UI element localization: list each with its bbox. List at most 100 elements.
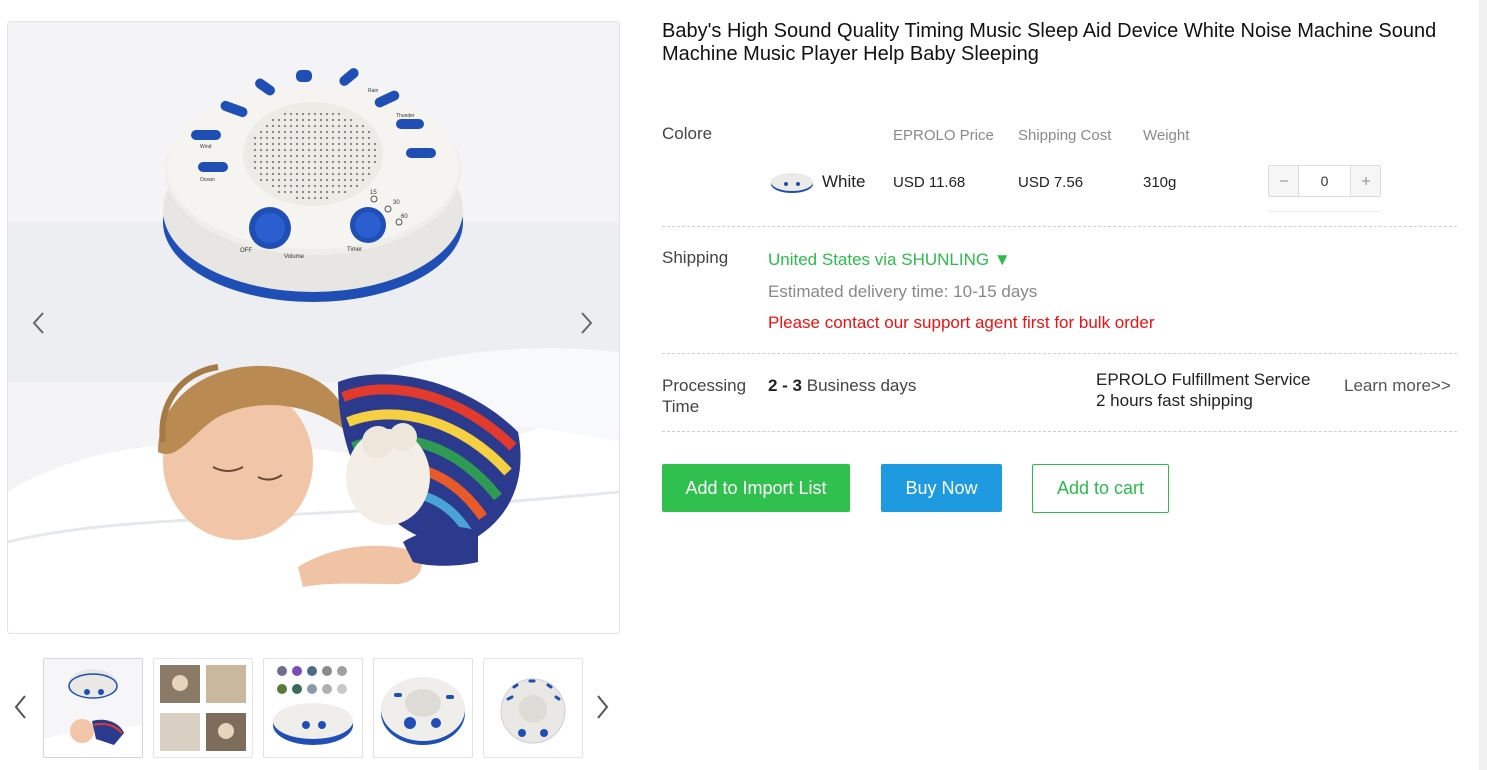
speaker-hole: [343, 154, 347, 158]
speaker-hole: [283, 184, 287, 188]
shipping-method-selector[interactable]: United States via SHUNLING ▼: [768, 250, 1011, 270]
speaker-hole: [289, 124, 293, 128]
speaker-hole: [331, 118, 335, 122]
speaker-hole: [349, 154, 353, 158]
speaker-hole: [283, 148, 287, 152]
speaker-hole: [301, 166, 305, 170]
variant-shipping-cost: USD 7.56: [1018, 174, 1084, 191]
speaker-hole: [253, 154, 257, 158]
timer-60-label: 60: [401, 214, 408, 220]
speaker-hole: [295, 112, 299, 116]
add-to-cart-button[interactable]: Add to cart: [1032, 464, 1169, 513]
speaker-hole: [277, 190, 281, 194]
speaker-hole: [343, 160, 347, 164]
speaker-hole: [307, 196, 311, 200]
speaker-hole: [331, 178, 335, 182]
speaker-hole: [319, 136, 323, 140]
dropdown-triangle-icon: ▼: [993, 250, 1011, 269]
speaker-hole: [271, 172, 275, 176]
increment-button[interactable]: [1350, 166, 1380, 196]
speaker-hole: [349, 172, 353, 176]
speaker-hole: [313, 130, 317, 134]
learn-more-link[interactable]: Learn more>>: [1344, 376, 1451, 396]
buy-now-button[interactable]: Buy Now: [881, 464, 1002, 512]
thumbs-prev-arrow[interactable]: [5, 687, 35, 727]
speaker-hole: [313, 112, 317, 116]
speaker-hole: [307, 172, 311, 176]
speaker-hole: [337, 124, 341, 128]
speaker-hole: [343, 136, 347, 140]
speaker-hole: [295, 166, 299, 170]
thumbnail-image: [44, 659, 142, 757]
speaker-hole: [271, 118, 275, 122]
sound-label-thunder: Thunder: [396, 113, 415, 119]
speaker-hole: [301, 142, 305, 146]
speaker-hole: [307, 154, 311, 158]
speaker-hole: [343, 184, 347, 188]
speaker-hole: [337, 166, 341, 170]
fulfillment-service: EPROLO Fulfillment Service 2 hours fast …: [1096, 369, 1310, 411]
thumbnail-5[interactable]: [483, 658, 583, 758]
speaker-hole: [265, 124, 269, 128]
speaker-hole: [313, 148, 317, 152]
speaker-hole: [265, 136, 269, 140]
speaker-hole: [295, 124, 299, 128]
speaker-hole: [313, 184, 317, 188]
speaker-hole: [289, 148, 293, 152]
speaker-hole: [295, 130, 299, 134]
speaker-hole: [325, 130, 329, 134]
speaker-hole: [301, 172, 305, 176]
speaker-hole: [277, 184, 281, 188]
speaker-hole: [283, 190, 287, 194]
speaker-hole: [283, 172, 287, 176]
sound-label-wind: Wind: [200, 144, 212, 150]
weight-column-header: Weight: [1143, 127, 1190, 144]
main-image-next-arrow[interactable]: [572, 303, 602, 343]
speaker-hole: [283, 136, 287, 140]
speaker-hole: [331, 112, 335, 116]
speaker-hole: [355, 136, 359, 140]
speaker-hole: [355, 184, 359, 188]
timer-15-label: 15: [370, 190, 377, 196]
speaker-hole: [277, 136, 281, 140]
add-to-import-list-button[interactable]: Add to Import List: [662, 464, 850, 512]
speaker-hole: [325, 136, 329, 140]
quantity-stepper[interactable]: [1268, 165, 1381, 197]
speaker-hole: [253, 166, 257, 170]
thumbnail-3[interactable]: [263, 658, 363, 758]
speaker-hole: [313, 142, 317, 146]
speaker-hole: [331, 148, 335, 152]
divider: [662, 226, 1457, 227]
speaker-hole: [307, 112, 311, 116]
speaker-hole: [337, 136, 341, 140]
thumbnail-4[interactable]: [373, 658, 473, 758]
main-product-image[interactable]: 15 30 60 OFF Volume Timer Wind Ocean Rai…: [7, 21, 620, 634]
decrement-button[interactable]: [1269, 166, 1299, 196]
speaker-hole: [319, 124, 323, 128]
speaker-hole: [355, 148, 359, 152]
speaker-hole: [265, 142, 269, 146]
speaker-hole: [343, 124, 347, 128]
speaker-hole: [355, 160, 359, 164]
speaker-hole: [319, 112, 323, 116]
speaker-hole: [307, 124, 311, 128]
thumbnail-1[interactable]: [43, 658, 143, 758]
quantity-input[interactable]: [1299, 166, 1350, 196]
speaker-hole: [259, 160, 263, 164]
main-image-prev-arrow[interactable]: [23, 303, 53, 343]
speaker-hole: [319, 160, 323, 164]
thumbnail-image: [264, 659, 362, 757]
speaker-hole: [313, 124, 317, 128]
speaker-hole: [259, 178, 263, 182]
speaker-hole: [355, 124, 359, 128]
product-photo: 15 30 60 OFF Volume Timer Wind Ocean Rai…: [8, 22, 619, 633]
thumbs-next-arrow[interactable]: [588, 687, 618, 727]
speaker-hole: [295, 142, 299, 146]
speaker-hole: [337, 112, 341, 116]
variant-price: USD 11.68: [893, 174, 966, 191]
speaker-hole: [265, 160, 269, 164]
speaker-hole: [331, 160, 335, 164]
speaker-hole: [361, 142, 365, 146]
page-scrollbar[interactable]: [1479, 0, 1487, 770]
thumbnail-2[interactable]: [153, 658, 253, 758]
